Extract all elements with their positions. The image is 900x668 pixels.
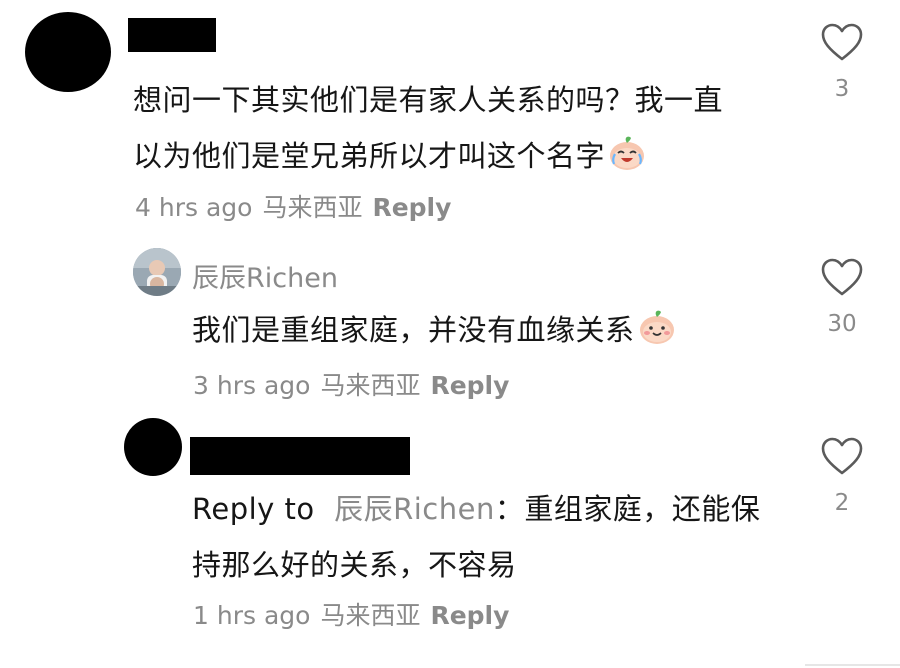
heart-outline-icon[interactable] <box>812 436 872 476</box>
like-count: 2 <box>834 490 850 516</box>
comment-location: 马来西亚 <box>320 601 421 630</box>
comment-location: 马来西亚 <box>262 193 363 222</box>
like-count: 3 <box>834 76 850 102</box>
heart-outline-icon[interactable] <box>812 257 872 297</box>
username-redacted[interactable] <box>190 437 410 475</box>
heart-outline-icon[interactable] <box>812 22 872 62</box>
reply-button[interactable]: Reply <box>430 371 509 400</box>
comment-text-line: 以为他们是堂兄弟所以才叫这个名字 <box>133 128 723 190</box>
comment-text-line: Reply to 辰辰Richen：重组家庭，还能保 <box>192 492 761 526</box>
comment-text-line: 想问一下其实他们是有家人关系的吗？我一直 <box>133 83 724 117</box>
comment-time: 1 hrs ago <box>193 601 311 630</box>
comment-text-line: 我们是重组家庭，并没有血缘关系 <box>192 302 677 364</box>
reply-button[interactable]: Reply <box>430 601 509 630</box>
divider <box>805 664 900 666</box>
comment-meta: 1 hrs ago 马来西亚 Reply <box>193 596 509 632</box>
comment-text-line: 持那么好的关系，不容易 <box>192 548 517 582</box>
avatar[interactable] <box>133 248 181 296</box>
reply-to-user[interactable]: 辰辰Richen <box>334 492 495 526</box>
comment-meta: 4 hrs ago 马来西亚 Reply <box>135 188 451 224</box>
username-redacted[interactable] <box>128 18 216 52</box>
avatar-redacted[interactable] <box>25 12 111 92</box>
crying-laughing-peach-emoji <box>607 134 647 190</box>
smiling-peach-emoji <box>637 308 677 364</box>
avatar-redacted[interactable] <box>124 418 182 476</box>
like-button[interactable]: 2 <box>812 436 872 516</box>
like-button[interactable]: 3 <box>812 22 872 102</box>
like-count: 30 <box>827 311 857 337</box>
like-button[interactable]: 30 <box>812 257 872 337</box>
comment-text: Reply to 辰辰Richen：重组家庭，还能保 持那么好的关系，不容易 <box>192 481 760 593</box>
comment-text: 想问一下其实他们是有家人关系的吗？我一直 以为他们是堂兄弟所以才叫这个名字 <box>133 72 723 190</box>
comment-text: 我们是重组家庭，并没有血缘关系 <box>192 302 677 364</box>
reply-button[interactable]: Reply <box>372 193 451 222</box>
reply-to-label: Reply to <box>192 492 315 526</box>
comment-username[interactable]: 辰辰Richen <box>192 256 338 295</box>
comment-time: 3 hrs ago <box>193 371 311 400</box>
comment-time: 4 hrs ago <box>135 193 253 222</box>
comment-location: 马来西亚 <box>320 371 421 400</box>
comment-meta: 3 hrs ago 马来西亚 Reply <box>193 366 509 402</box>
